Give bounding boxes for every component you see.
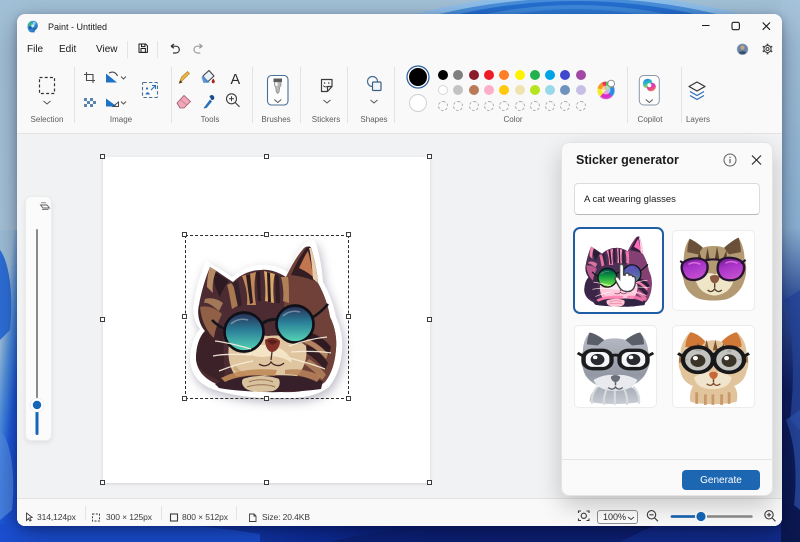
svg-text:A: A [231,72,241,88]
